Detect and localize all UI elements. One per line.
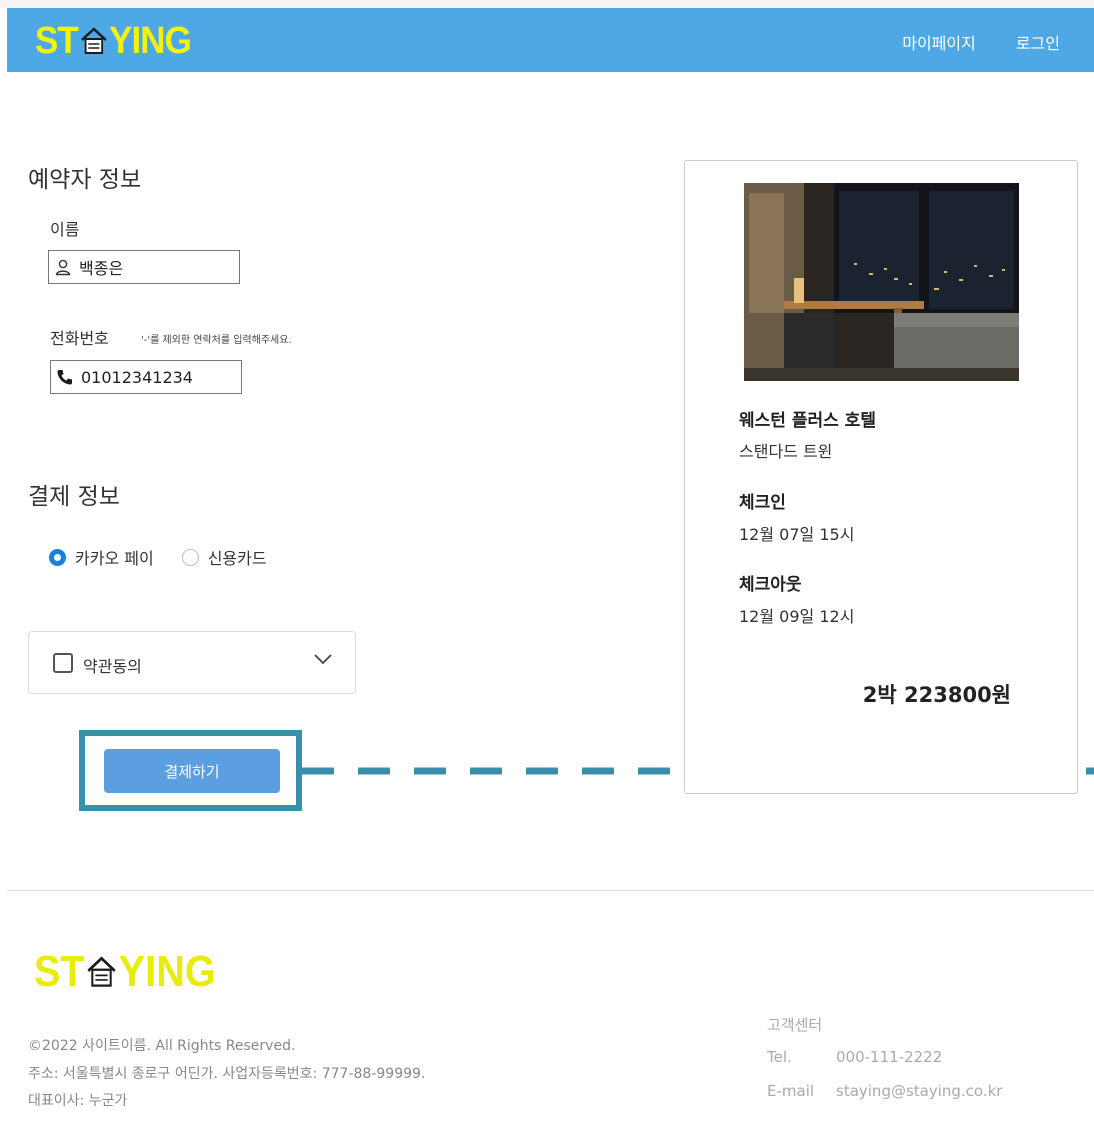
payment-info-title: 결제 정보 (28, 484, 120, 510)
credit-card-label[interactable]: 신용카드 (208, 545, 267, 569)
name-field[interactable]: 백종은 (48, 250, 240, 284)
footer-logo: ST YING (34, 950, 216, 994)
site-header: ST YING 마이페이지 로그인 (7, 8, 1094, 72)
kakaopay-label[interactable]: 카카오 페이 (75, 545, 154, 569)
checkin-label: 체크인 (739, 493, 786, 513)
logo-text-left: ST (35, 20, 79, 62)
terms-label: 약관동의 (83, 657, 142, 676)
email-value: staying@staying.co.kr (836, 1082, 1003, 1100)
terms-agreement-toggle[interactable]: 약관동의 (28, 631, 356, 694)
pay-button[interactable]: 결제하기 (104, 749, 280, 793)
footer-copyright: ©2022 사이트이름. All Rights Reserved. (28, 1038, 296, 1054)
total-price: 2박 223800원 (862, 683, 1011, 707)
phone-label: 전화번호 (50, 329, 109, 348)
nav-login-link[interactable]: 로그인 (1016, 30, 1060, 54)
site-logo[interactable]: ST YING (35, 20, 192, 62)
hotel-room-image (744, 183, 1019, 381)
footer-logo-text-left: ST (34, 947, 85, 996)
house-icon (87, 956, 116, 987)
booker-info-title: 예약자 정보 (28, 167, 142, 193)
room-type: 스탠다드 트윈 (739, 442, 833, 461)
nav-mypage-link[interactable]: 마이페이지 (902, 30, 976, 54)
tel-label: Tel. (767, 1048, 792, 1066)
chevron-down-icon[interactable] (313, 652, 333, 666)
logo-text-right: YING (109, 20, 192, 62)
top-strip (0, 0, 1094, 8)
footer-address: 주소: 서울특별시 종로구 어딘가. 사업자등록번호: 777-88-99999… (28, 1066, 426, 1082)
name-label: 이름 (50, 220, 80, 239)
phone-value: 01012341234 (81, 367, 193, 387)
house-icon (80, 27, 107, 54)
phone-hint: '-'를 제외한 연락처를 입력해주세요. (141, 335, 292, 346)
phone-field[interactable]: 01012341234 (50, 360, 242, 394)
user-icon (53, 257, 73, 277)
checkin-value: 12월 07일 15시 (739, 525, 855, 544)
email-label: E-mail (767, 1082, 815, 1100)
terms-checkbox[interactable] (53, 653, 73, 673)
tel-value: 000-111-2222 (836, 1048, 943, 1066)
checkout-label: 체크아웃 (739, 575, 802, 595)
booking-summary-card: 웨스턴 플러스 호텔 스탠다드 트윈 체크인 12월 07일 15시 체크아웃 … (684, 160, 1078, 794)
footer-ceo: 대표이사: 누군가 (28, 1093, 128, 1109)
footer-divider (7, 890, 1094, 891)
checkout-value: 12월 09일 12시 (739, 607, 855, 626)
hotel-name: 웨스턴 플러스 호텔 (739, 411, 876, 431)
payment-method-group: 카카오 페이 신용카드 (49, 545, 295, 569)
credit-card-radio[interactable] (181, 548, 199, 566)
footer-logo-text-right: YING (118, 947, 216, 996)
top-nav: 마이페이지 로그인 (902, 30, 1060, 54)
name-value: 백종은 (79, 259, 124, 278)
kakaopay-radio[interactable] (49, 548, 66, 566)
customer-center-title: 고객센터 (767, 1016, 823, 1034)
phone-icon (55, 367, 75, 387)
